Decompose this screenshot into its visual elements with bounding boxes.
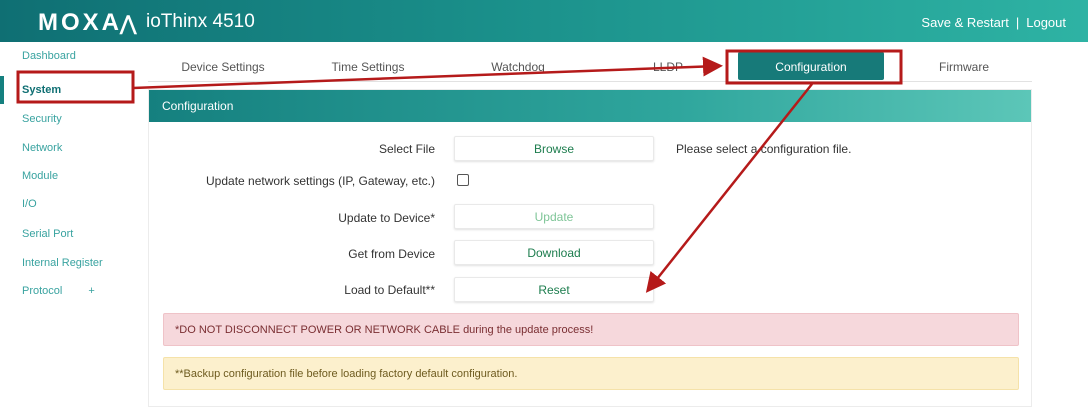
sidebar-item-label: Protocol bbox=[22, 285, 63, 297]
sidebar-item-label: Dashboard bbox=[22, 50, 76, 62]
configuration-panel: Configuration Select File Browse Please … bbox=[148, 89, 1032, 407]
sidebar-item-label: Serial Port bbox=[22, 228, 74, 240]
select-file-label: Select File bbox=[378, 142, 435, 156]
tab-lldp[interactable]: LLDP bbox=[598, 52, 738, 80]
tab-firmware[interactable]: Firmware bbox=[904, 52, 1024, 80]
update-device-label: Update to Device* bbox=[338, 211, 435, 225]
tab-configuration[interactable]: Configuration bbox=[738, 52, 884, 80]
product-name: ioThinx 4510 bbox=[146, 11, 255, 32]
select-file-hint: Please select a configuration file. bbox=[676, 142, 852, 156]
get-device-label: Get from Device bbox=[348, 247, 435, 261]
logout-link[interactable]: Logout bbox=[1026, 15, 1066, 30]
sidebar-item-label: System bbox=[22, 84, 62, 96]
panel-title: Configuration bbox=[149, 90, 1031, 122]
expand-plus-icon[interactable]: + bbox=[88, 285, 94, 297]
tab-watchdog[interactable]: Watchdog bbox=[448, 52, 588, 80]
download-button[interactable]: Download bbox=[454, 240, 654, 265]
top-bar: MOXA⋀ ioThinx 4510 Save & Restart | Logout bbox=[0, 0, 1088, 42]
sidebar-item-serial-port[interactable]: Serial Port bbox=[0, 220, 128, 248]
logo-text: MOXA bbox=[38, 9, 122, 36]
backup-warning-alert: **Backup configuration file before loadi… bbox=[163, 357, 1019, 390]
sidebar-item-module[interactable]: Module bbox=[0, 162, 128, 190]
update-button[interactable]: Update bbox=[454, 204, 654, 229]
sidebar-item-label: Network bbox=[22, 142, 63, 154]
save-restart-link[interactable]: Save & Restart bbox=[921, 15, 1008, 30]
sidebar-item-io[interactable]: I/O bbox=[0, 190, 128, 218]
update-network-label: Update network settings (IP, Gateway, et… bbox=[206, 174, 435, 188]
sidebar-item-system[interactable]: System bbox=[0, 76, 128, 104]
sidebar-item-label: Internal Register bbox=[22, 257, 103, 269]
sidebar-item-label: I/O bbox=[22, 198, 37, 210]
top-links: Save & Restart | Logout bbox=[921, 15, 1066, 30]
sidebar-item-security[interactable]: Security bbox=[0, 105, 128, 133]
tab-device-settings[interactable]: Device Settings bbox=[148, 52, 298, 80]
sidebar-item-label: Module bbox=[22, 170, 59, 182]
moxa-logo: MOXA⋀ bbox=[38, 9, 139, 37]
browse-button[interactable]: Browse bbox=[454, 136, 654, 161]
disconnect-warning-alert: *DO NOT DISCONNECT POWER OR NETWORK CABL… bbox=[163, 313, 1019, 346]
sidebar-item-internal-register[interactable]: Internal Register bbox=[0, 249, 128, 277]
update-network-checkbox[interactable] bbox=[457, 174, 469, 186]
tab-time-settings[interactable]: Time Settings bbox=[298, 52, 438, 80]
logo-mark-icon: ⋀ bbox=[120, 13, 140, 35]
sidebar-item-label: Security bbox=[22, 113, 62, 125]
reset-button[interactable]: Reset bbox=[454, 277, 654, 302]
load-default-label: Load to Default** bbox=[344, 283, 435, 297]
sidebar: Dashboard System Security Network Module… bbox=[0, 42, 128, 407]
sidebar-item-network[interactable]: Network bbox=[0, 134, 128, 162]
sidebar-item-protocol[interactable]: Protocol + bbox=[0, 277, 128, 305]
link-separator: | bbox=[1015, 15, 1020, 30]
tab-bar: Device Settings Time Settings Watchdog L… bbox=[148, 52, 1032, 82]
sidebar-item-dashboard[interactable]: Dashboard bbox=[0, 42, 128, 70]
